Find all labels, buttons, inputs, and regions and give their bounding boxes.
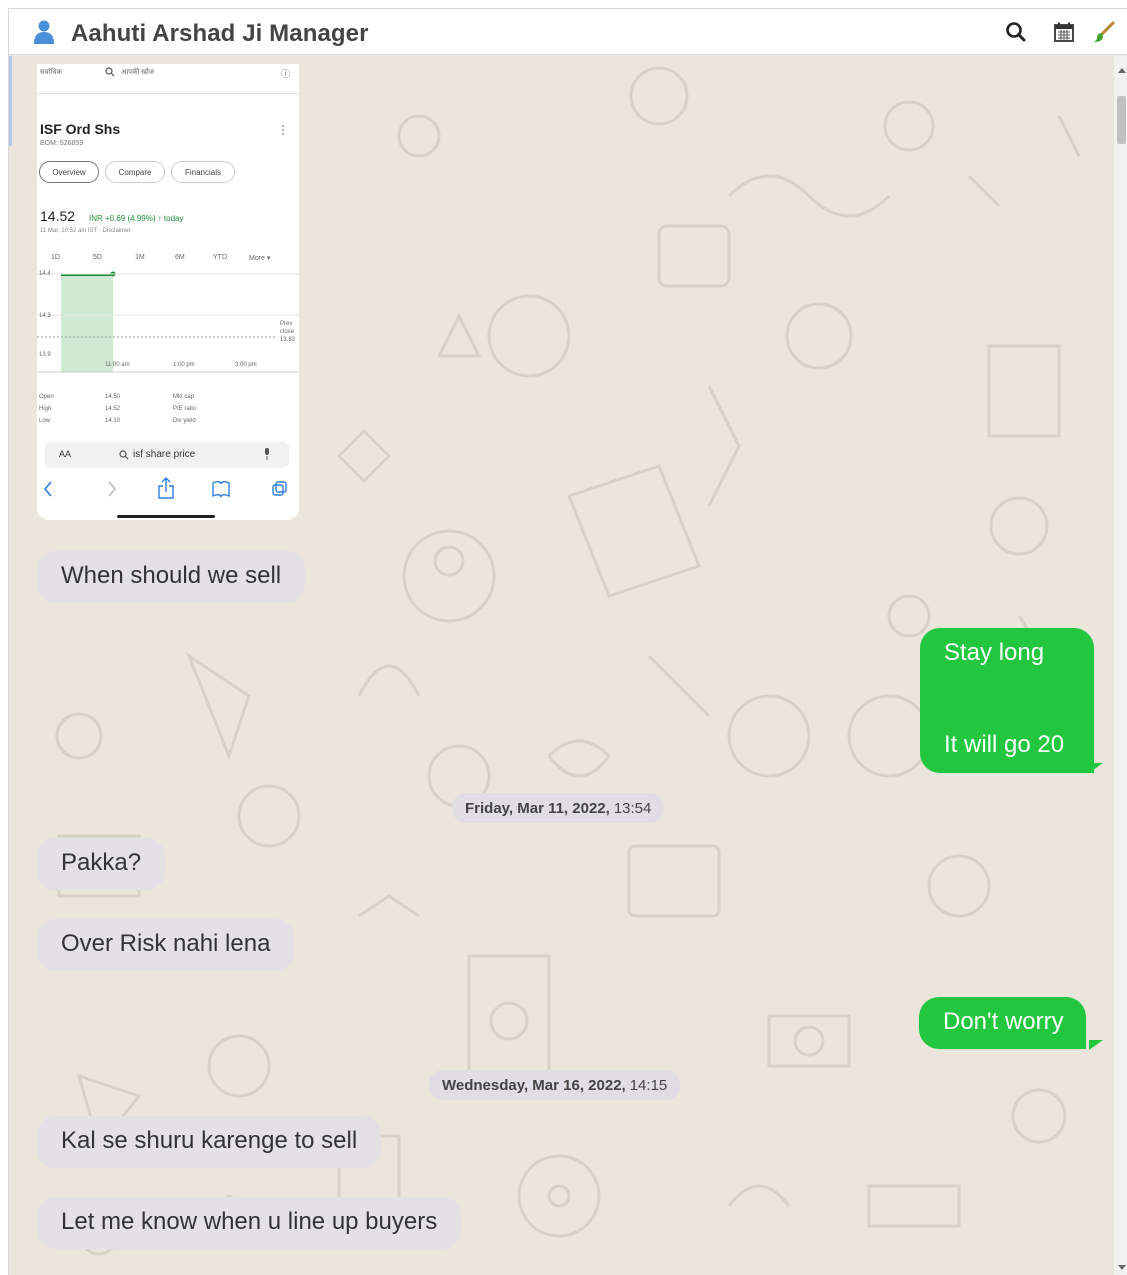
stat-pe-label: P/E ratio [173,406,197,412]
stat-mktcap-label: Mkt cap [173,394,195,400]
message-incoming[interactable]: Kal se shuru karenge to sell [37,1116,382,1168]
stat-high-label: High [39,406,52,412]
date-label: Wednesday, Mar 16, 2022, [442,1076,626,1094]
tab-overview: Overview [39,161,99,183]
vertical-scrollbar[interactable] [1113,56,1127,1275]
date-label: Friday, Mar 11, 2022, [465,799,610,817]
bubble-tail [1089,1040,1103,1050]
search-icon[interactable] [1005,21,1027,43]
stock-price: 14.52 [40,208,76,224]
browser-search-query: isf share price [133,449,196,460]
scroll-down-arrow[interactable] [1118,1265,1126,1270]
calendar-icon[interactable] [1053,21,1075,43]
message-outgoing[interactable]: Stay long It will go 20 [920,628,1094,773]
date-separator: Friday, Mar 11, 2022, 13:54 [452,793,665,823]
search-icon [105,67,115,77]
reader-aa-label: AA [59,449,72,459]
more-vert-icon: ⋮ [277,123,289,137]
stat-low-value: 14.10 [105,418,121,424]
chat-header: Aahuti Arshad Ji Manager [9,9,1127,55]
message-incoming[interactable]: Let me know when u line up buyers [37,1197,462,1249]
message-incoming[interactable]: When should we sell [37,551,306,603]
browser-tab-label: सर्वाधिक [40,69,62,76]
stat-div-label: Div yield [173,418,196,424]
y-tick-1: 14.4 [39,271,51,277]
chat-area[interactable]: सर्वाधिक आपकी खोज ⓘ ISF Ord Shs BOM: 526… [9,56,1113,1275]
bubble-tail [1089,763,1103,773]
microphone-icon [265,448,269,460]
stat-high-value: 14.52 [105,406,121,412]
stat-open-label: Open [39,394,54,400]
contact-name[interactable]: Aahuti Arshad Ji Manager [71,20,369,48]
x-tick-3: 3:00 pm [235,362,257,368]
tab-compare: Compare [105,161,165,183]
home-indicator [117,515,215,518]
date-time: 13:54 [613,799,652,817]
stat-low-label: Low [39,418,51,424]
message-outgoing[interactable]: Don't worry [919,997,1086,1049]
chat-window: Aahuti Arshad Ji Manager सर्वाधिक आपकी ख… [8,8,1127,1275]
browser-search-placeholder: आपकी खोज [121,69,154,76]
message-line: It will go 20 [944,730,1065,758]
range-ytd: YTD [213,254,227,261]
x-tick-2: 1:00 pm [173,362,195,368]
lock-search-icon [119,450,129,460]
range-1m: 1M [135,254,145,261]
date-separator: Wednesday, Mar 16, 2022, 14:15 [429,1070,681,1100]
message-incoming[interactable]: Over Risk nahi lena [37,919,295,971]
range-1d: 1D [51,254,60,261]
browser-toolbar [43,477,287,499]
x-tick-1: 11:00 am [105,362,130,368]
range-6m: 6M [175,254,185,261]
scroll-up-arrow[interactable] [1118,68,1126,73]
brush-icon[interactable] [1093,21,1115,43]
date-time: 14:15 [629,1076,668,1094]
y-tick-3: 13.9 [39,352,51,358]
message-line: Stay long [944,639,1045,666]
person-icon [34,20,54,44]
stat-open-value: 14.50 [105,394,121,400]
scroll-thumb[interactable] [1117,96,1126,144]
y-tick-2: 14.3 [39,313,51,319]
stock-price-date: 11 Mar, 10:52 am IST · Disclaimer [40,228,131,234]
selection-strip [9,56,12,146]
message-incoming[interactable]: Pakka? [37,838,166,890]
prev-close-value: 13.83 [280,337,296,343]
prev-close-label-2: close [280,329,295,335]
tab-financials: Financials [171,161,235,183]
range-5d: 5D [93,254,102,261]
stock-exchange: BOM: 526859 [40,140,84,147]
info-icon: ⓘ [281,69,291,79]
browser-search-bar: सर्वाधिक आपकी खोज ⓘ [37,64,299,94]
stock-title: ISF Ord Shs [40,121,121,137]
prev-close-label: Prev [280,321,293,327]
stock-price-change: INR +0.69 (4.99%) ↑ today [89,214,184,223]
stock-screenshot-image[interactable]: सर्वाधिक आपकी खोज ⓘ ISF Ord Shs BOM: 526… [37,64,299,520]
range-more: More ▾ [249,255,271,262]
stock-mini-chart [37,271,299,373]
